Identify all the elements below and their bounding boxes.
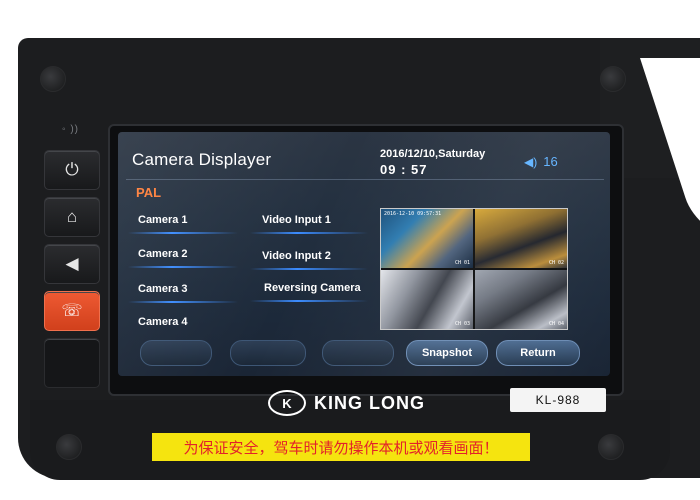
volume-indicator[interactable]: ◀) 16: [524, 154, 558, 169]
volume-icon: ◀): [524, 154, 538, 169]
date-label: 2016/12/10,Saturday: [380, 148, 486, 160]
screw-bottom-right: [598, 434, 624, 460]
power-button[interactable]: ⏻: [44, 150, 100, 190]
brand-name: KING LONG: [314, 392, 425, 413]
camera-1-button[interactable]: Camera 1: [138, 214, 188, 226]
screw-top-right: [600, 66, 626, 92]
snapshot-button[interactable]: Snapshot: [406, 340, 488, 366]
camera-feed-2[interactable]: CH 02: [475, 209, 567, 268]
screw-top-left: [40, 66, 66, 92]
camera-feed-3[interactable]: CH 03: [381, 270, 473, 329]
soft-button-1[interactable]: [140, 340, 212, 366]
camera-3-button[interactable]: Camera 3: [138, 283, 188, 295]
camera-2-button[interactable]: Camera 2: [138, 248, 188, 260]
soft-button-2[interactable]: [230, 340, 306, 366]
signal-mode-label: PAL: [136, 185, 162, 200]
feed-channel: CH 03: [454, 321, 470, 327]
feed-channel: CH 02: [548, 260, 564, 266]
display-screen: Camera Displayer 2016/12/10,Saturday 09 …: [118, 132, 610, 376]
speaker-icon: ◀: [65, 254, 79, 273]
reversing-camera-button[interactable]: Reversing Camera: [264, 282, 361, 294]
feed-timestamp: 2016-12-10 09:57:31: [384, 211, 442, 217]
king-long-logo-icon: K: [268, 390, 306, 416]
phone-icon: ☏: [61, 301, 83, 320]
clock-label: 09 : 57: [380, 162, 428, 177]
safety-warning-sticker: 为保证安全，驾车时请勿操作本机或观看画面！: [152, 433, 530, 461]
return-button[interactable]: Return: [496, 340, 580, 366]
microphone-icon: ◦ )): [62, 124, 79, 135]
feed-channel: CH 04: [548, 321, 564, 327]
home-icon: ⌂: [66, 207, 78, 226]
page-title: Camera Displayer: [132, 150, 272, 169]
camera-feed-4[interactable]: CH 04: [475, 270, 567, 329]
soft-button-3[interactable]: [322, 340, 394, 366]
volume-level: 16: [543, 154, 558, 169]
brand-logo: K KING LONG: [268, 390, 425, 416]
camera-4-button[interactable]: Camera 4: [138, 316, 188, 328]
power-icon: ⏻: [65, 160, 79, 179]
home-button[interactable]: ⌂: [44, 197, 100, 237]
screw-bottom-left: [56, 434, 82, 460]
header-divider: [126, 179, 604, 180]
video-input-2-button[interactable]: Video Input 2: [262, 250, 331, 262]
video-input-1-button[interactable]: Video Input 1: [262, 214, 331, 226]
mute-button[interactable]: ◀: [44, 244, 100, 284]
feed-channel: CH 01: [454, 260, 470, 266]
camera-quad-view[interactable]: 2016-12-10 09:57:31 CH 01 CH 02 CH 03 CH…: [380, 208, 568, 330]
call-button[interactable]: ☏: [44, 291, 100, 331]
blank-button[interactable]: [44, 338, 100, 388]
camera-feed-1[interactable]: 2016-12-10 09:57:31 CH 01: [381, 209, 473, 268]
model-label: KL-988: [510, 388, 606, 412]
